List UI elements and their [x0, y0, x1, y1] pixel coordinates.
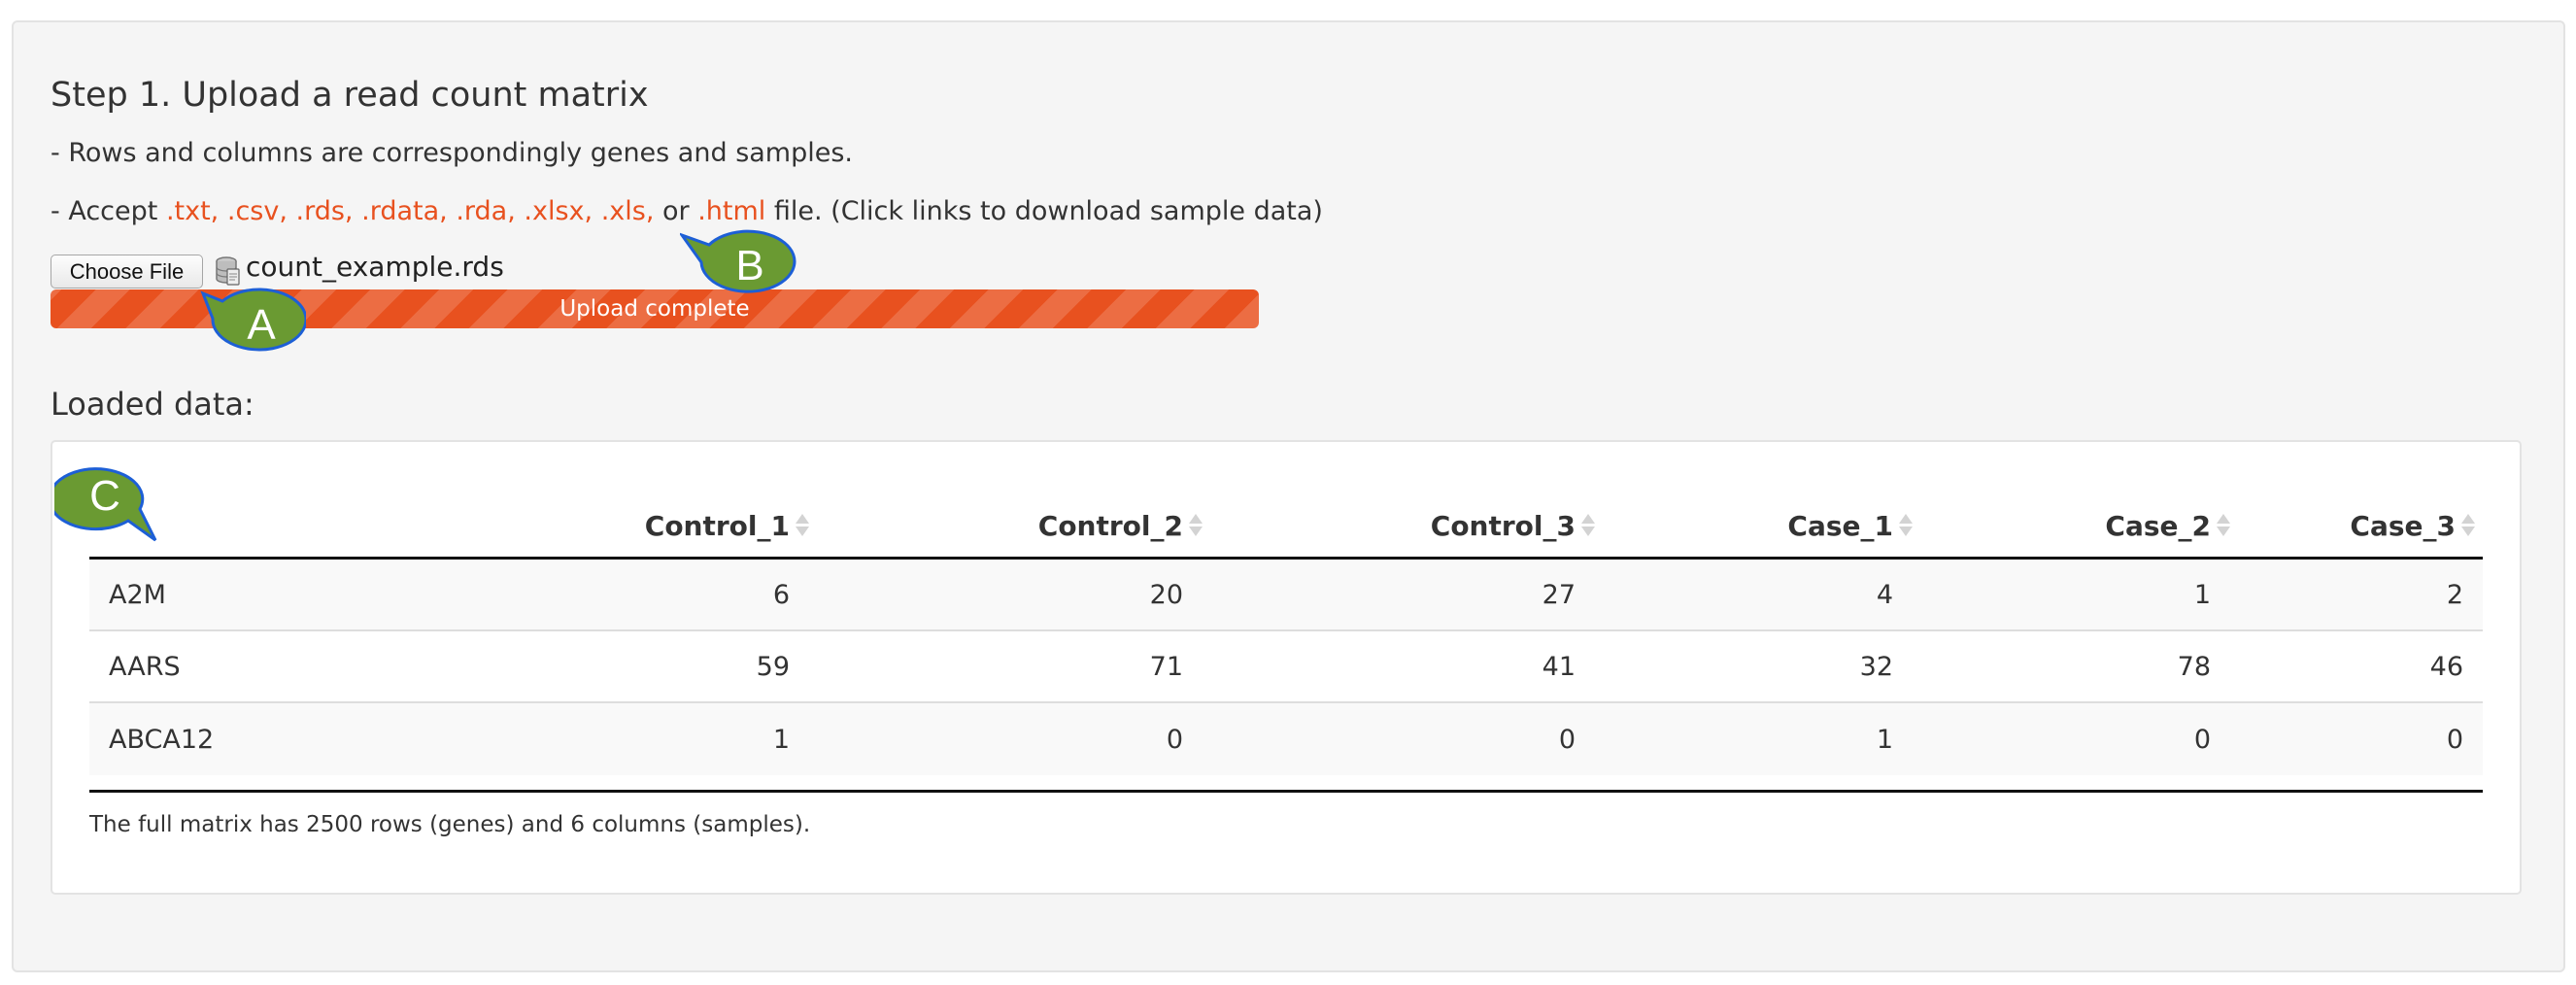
sample-link-rdata[interactable]: .rdata, — [361, 196, 448, 226]
count-cell: 1 — [772, 724, 790, 755]
sample-link-csv[interactable]: .csv, — [227, 196, 288, 226]
sample-link-txt[interactable]: .txt, — [166, 196, 219, 226]
column-header-control-1[interactable]: Control_1 — [645, 499, 809, 552]
count-cell: 71 — [1149, 651, 1183, 682]
or-text: or — [654, 196, 698, 226]
matrix-summary-text: The full matrix has 2500 rows (genes) an… — [89, 812, 811, 837]
sort-icon — [1189, 512, 1203, 539]
table-row: ABCA12 1 0 0 1 0 0 — [89, 703, 2483, 775]
accept-prefix: - Accept — [51, 196, 166, 226]
table-header-row: Control_1 Control_2 Control_3 Case_1 Cas… — [89, 493, 2483, 560]
count-cell: 2 — [2446, 579, 2463, 610]
choose-file-button[interactable]: Choose File — [51, 255, 203, 289]
sample-link-html[interactable]: .html — [697, 196, 765, 226]
table-row: A2M 6 20 27 4 1 2 — [89, 560, 2483, 631]
count-cell: 0 — [1558, 724, 1576, 755]
accept-suffix: file. (Click links to download sample da… — [765, 196, 1323, 226]
sample-link-xlsx[interactable]: .xlsx, — [524, 196, 593, 226]
count-cell: 27 — [1542, 579, 1576, 610]
gene-cell: A2M — [109, 579, 166, 610]
count-cell: 0 — [2193, 724, 2211, 755]
callout-c: C — [54, 462, 163, 544]
count-cell: 78 — [2177, 651, 2211, 682]
selected-file-name: count_example.rds — [246, 251, 504, 283]
sort-icon — [2461, 512, 2475, 539]
count-cell: 0 — [1166, 724, 1183, 755]
rds-file-icon — [213, 255, 240, 287]
callout-c-label: C — [89, 472, 120, 520]
callout-a: A — [199, 288, 306, 363]
count-cell: 4 — [1876, 579, 1893, 610]
column-header-case-3[interactable]: Case_3 — [2350, 499, 2475, 552]
count-cell: 59 — [756, 651, 790, 682]
step-title: Step 1. Upload a read count matrix — [51, 76, 649, 115]
column-header-control-3[interactable]: Control_3 — [1431, 499, 1595, 552]
callout-a-label: A — [247, 301, 276, 349]
sort-icon — [1899, 512, 1913, 539]
table-row: AARS 59 71 41 32 78 46 — [89, 631, 2483, 703]
sort-icon — [1581, 512, 1595, 539]
column-header-case-1[interactable]: Case_1 — [1787, 499, 1913, 552]
sample-link-rds[interactable]: .rds, — [296, 196, 354, 226]
callout-b: B — [680, 227, 797, 303]
accepted-formats-line: - Accept .txt, .csv, .rds, .rdata, .rda,… — [51, 196, 1323, 226]
gene-cell: ABCA12 — [109, 724, 215, 755]
gene-cell: AARS — [109, 651, 181, 682]
instructions-line: - Rows and columns are correspondingly g… — [51, 138, 854, 168]
count-cell: 1 — [2193, 579, 2211, 610]
count-cell: 20 — [1149, 579, 1183, 610]
sample-link-rda[interactable]: .rda, — [456, 196, 515, 226]
column-header-control-2[interactable]: Control_2 — [1038, 499, 1203, 552]
sort-icon — [2217, 512, 2230, 539]
loaded-data-heading: Loaded data: — [51, 386, 254, 423]
count-cell: 32 — [1859, 651, 1893, 682]
sample-link-xls[interactable]: .xls, — [601, 196, 655, 226]
table-footer-rule — [89, 790, 2483, 793]
count-cell: 46 — [2429, 651, 2463, 682]
column-header-case-2[interactable]: Case_2 — [2105, 499, 2230, 552]
count-matrix-table: Control_1 Control_2 Control_3 Case_1 Cas… — [89, 493, 2483, 775]
callout-b-label: B — [735, 242, 764, 289]
count-cell: 0 — [2446, 724, 2463, 755]
count-cell: 1 — [1876, 724, 1893, 755]
sort-icon — [796, 512, 809, 539]
count-cell: 41 — [1542, 651, 1576, 682]
count-cell: 6 — [772, 579, 790, 610]
